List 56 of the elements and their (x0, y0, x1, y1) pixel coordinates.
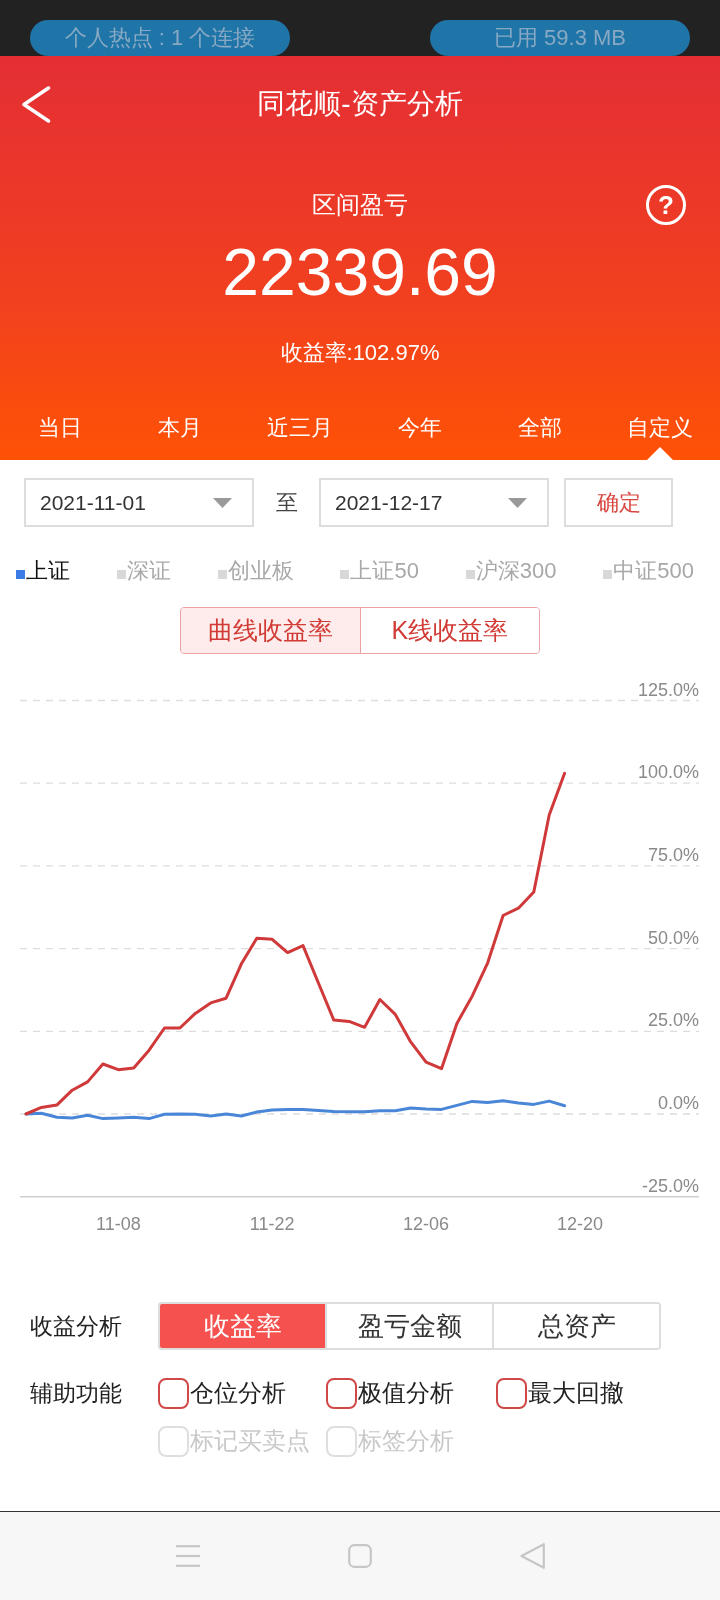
checkbox-label[interactable]: 最大回撤 (528, 1375, 624, 1411)
checkbox[interactable] (496, 1377, 527, 1409)
period-tab[interactable]: 今年 (360, 394, 480, 460)
square-marker-icon (116, 569, 126, 579)
checkbox[interactable] (326, 1377, 357, 1409)
period-tab[interactable]: 自定义 (600, 394, 720, 460)
index-tab[interactable]: 上证50 (340, 556, 419, 586)
square-marker-icon (603, 569, 613, 579)
x-axis-label: 11-22 (249, 1214, 295, 1234)
y-axis-label: -25.0% (641, 1175, 699, 1196)
y-axis-label: 125.0% (637, 679, 699, 700)
period-tab[interactable]: 全部 (480, 394, 600, 460)
index-tab[interactable]: 中证500 (603, 556, 694, 586)
date-select[interactable]: 2021-12-17 (319, 478, 549, 527)
analysis-tab[interactable]: 收益率 (160, 1304, 325, 1348)
y-axis-label: 75.0% (647, 844, 699, 865)
index-tab[interactable]: 深证 (116, 556, 171, 586)
chart-mode-tab[interactable]: 曲线收益率 (181, 608, 360, 653)
square-marker-icon (340, 569, 350, 579)
y-axis-label: 50.0% (647, 927, 699, 948)
analysis-label: 收益分析 (29, 1311, 123, 1341)
x-axis-label: 12-20 (557, 1214, 603, 1234)
chevron-left-icon[interactable] (21, 85, 51, 123)
x-axis-label: 12-06 (403, 1214, 450, 1234)
index-tab[interactable]: 上证 (16, 556, 70, 586)
square-marker-icon (465, 569, 475, 579)
y-axis-label: 0.0% (657, 1093, 699, 1113)
y-axis-label: 25.0% (647, 1010, 699, 1031)
data-usage-indicator: 已用 59.3 MB (430, 20, 690, 56)
period-tab[interactable]: 近三月 (240, 394, 360, 460)
period-tab[interactable]: 当日 (0, 394, 120, 460)
page-title: 同花顺-资产分析 (256, 87, 464, 121)
date-select[interactable]: 2021-11-01 (24, 478, 254, 527)
hotspot-indicator: 个人热点 : 1 个连接 (30, 20, 290, 56)
caret-down-icon (213, 497, 232, 508)
x-axis-label: 11-08 (96, 1214, 141, 1234)
help-button[interactable]: ? (646, 185, 686, 225)
confirm-button[interactable]: 确定 (564, 478, 673, 527)
profit-amount: 22339.69 (221, 239, 499, 305)
return-rate-text: 收益率:102.97% (279, 339, 441, 367)
summary-label: 区间盈亏 (312, 190, 408, 220)
caret-down-icon (508, 497, 527, 508)
tab-pointer-icon (647, 447, 673, 460)
index-tab[interactable]: 创业板 (217, 556, 294, 586)
checkbox-label[interactable]: 仓位分析 (190, 1375, 286, 1411)
period-tab[interactable]: 本月 (120, 394, 240, 460)
analysis-tab[interactable]: 总资产 (492, 1304, 659, 1348)
auxiliary-label: 辅助功能 (29, 1379, 123, 1408)
range-separator: 至 (274, 489, 299, 517)
square-marker-icon (217, 569, 227, 579)
square-marker-icon (16, 569, 25, 579)
checkbox[interactable] (158, 1377, 189, 1409)
checkbox-label[interactable]: 极值分析 (358, 1375, 454, 1411)
y-axis-label: 100.0% (637, 762, 699, 783)
index-tab[interactable]: 沪深300 (465, 556, 557, 586)
chart-mode-tab[interactable]: K线收益率 (359, 608, 539, 653)
